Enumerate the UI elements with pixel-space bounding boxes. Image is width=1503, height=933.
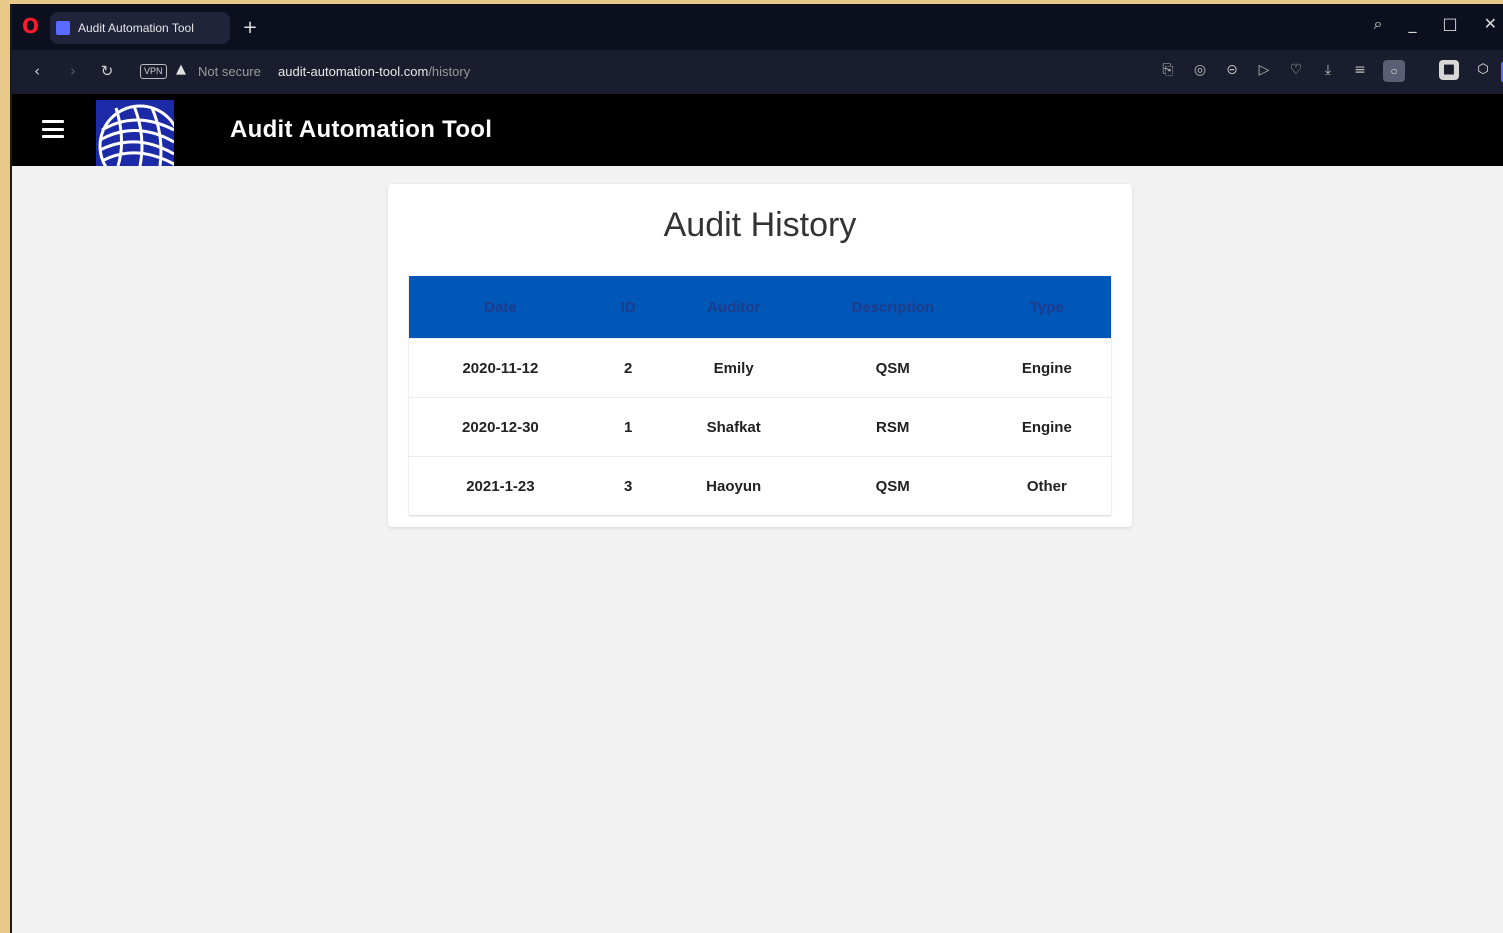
app-title: Audit Automation Tool [230, 116, 493, 143]
cell-date: 2020-11-12 [409, 338, 592, 398]
heart-icon[interactable]: ♡ [1287, 62, 1305, 78]
profile-icon[interactable]: ○ [1383, 60, 1405, 82]
tab-title: Audit Automation Tool [78, 21, 194, 35]
address-bar-row: ‹ › ↻ VPN ▲ Not secure audit-automation-… [12, 50, 1503, 94]
url-path: /history [428, 64, 471, 79]
new-tab-button[interactable]: + [240, 18, 260, 38]
sidebar-icon[interactable]: ■ [1439, 60, 1459, 80]
audit-history-card: Audit History Date ID Auditor Descriptio… [388, 184, 1132, 527]
table-row[interactable]: 2020-12-30 1 Shafkat RSM Engine [409, 397, 1111, 457]
table-row[interactable]: 2020-11-12 2 Emily QSM Engine [409, 338, 1111, 398]
tab-favicon-icon [56, 21, 70, 35]
camera-icon[interactable]: ◎ [1191, 62, 1209, 78]
window-controls: ⌕ _ □ ✕ [1374, 14, 1498, 34]
reload-icon[interactable]: ↻ [98, 62, 116, 80]
browser-window: O Audit Automation Tool + ⌕ _ □ ✕ ‹ › ↻ … [10, 4, 1503, 933]
header-id[interactable]: ID [591, 276, 665, 339]
header-description[interactable]: Description [802, 276, 983, 339]
cell-date: 2020-12-30 [409, 397, 592, 457]
cell-id: 3 [591, 456, 665, 515]
tab-bar: O Audit Automation Tool + ⌕ _ □ ✕ [12, 4, 1503, 50]
page-title: Audit History [663, 206, 857, 244]
download-icon[interactable]: ⤓ [1319, 62, 1337, 78]
url-field[interactable]: audit-automation-tool.com/history [278, 64, 470, 79]
cell-id: 1 [591, 397, 665, 457]
browser-tab[interactable]: Audit Automation Tool [50, 12, 230, 44]
cell-date: 2021-1-23 [409, 456, 592, 515]
screenshot-icon[interactable]: ⎘ [1159, 62, 1177, 78]
cell-auditor: Emily [664, 338, 803, 398]
table-header-row: Date ID Auditor Description Type [409, 276, 1111, 339]
back-icon[interactable]: ‹ [28, 62, 46, 80]
cell-type: Engine [982, 338, 1111, 398]
url-host: audit-automation-tool.com [278, 64, 429, 79]
toolbar-icons: ⎘ ◎ ⊝ ▷ ♡ ⤓ ≡ [1159, 62, 1369, 78]
opera-logo-icon[interactable]: O [22, 16, 40, 36]
cell-auditor: Haoyun [664, 456, 803, 515]
play-icon[interactable]: ▷ [1255, 62, 1273, 78]
cell-auditor: Shafkat [664, 397, 803, 457]
vpn-badge[interactable]: VPN [140, 64, 167, 79]
header-type[interactable]: Type [982, 276, 1111, 339]
security-label[interactable]: Not secure [198, 64, 261, 79]
warning-icon[interactable]: ▲ [176, 62, 186, 77]
extensions-icon[interactable]: ⬡ [1473, 60, 1493, 80]
app-header: Audit Automation Tool [12, 94, 1503, 166]
maximize-icon[interactable]: □ [1442, 14, 1457, 34]
audit-history-table: Date ID Auditor Description Type 2020-11… [409, 276, 1111, 515]
cell-description: RSM [802, 397, 983, 457]
extension-icons: ■ ⬡ [1439, 60, 1493, 80]
table-row[interactable]: 2021-1-23 3 Haoyun QSM Other [409, 456, 1111, 515]
wallet-icon[interactable]: ⊝ [1223, 62, 1241, 78]
cell-type: Other [982, 456, 1111, 515]
forward-icon[interactable]: › [64, 62, 82, 80]
header-date[interactable]: Date [409, 276, 592, 339]
easy-setup-icon[interactable]: ≡ [1351, 62, 1369, 78]
hamburger-icon[interactable] [42, 120, 64, 138]
minimize-icon[interactable]: _ [1408, 14, 1416, 34]
cell-id: 2 [591, 338, 665, 398]
search-icon[interactable]: ⌕ [1374, 14, 1383, 34]
cell-description: QSM [802, 456, 983, 515]
close-icon[interactable]: ✕ [1484, 14, 1497, 34]
header-auditor[interactable]: Auditor [664, 276, 803, 339]
cell-type: Engine [982, 397, 1111, 457]
globe-logo [96, 100, 174, 166]
cell-description: QSM [802, 338, 983, 398]
